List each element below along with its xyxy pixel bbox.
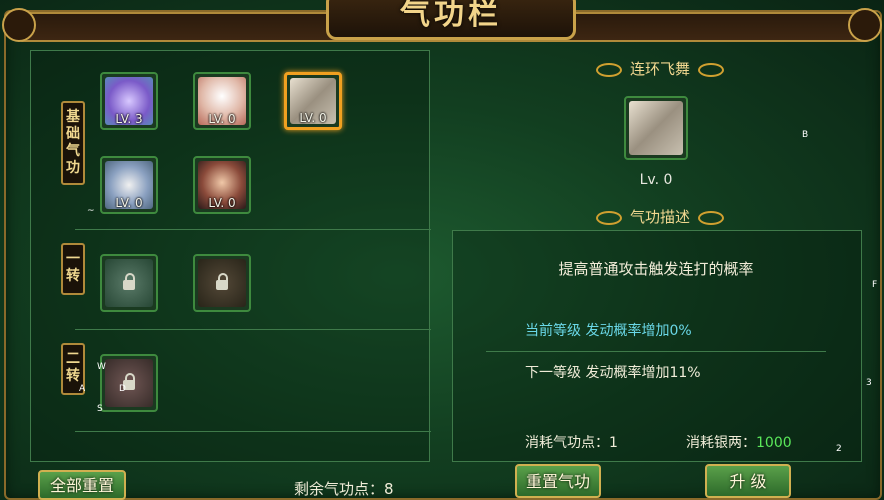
skill-description: 提高普通攻击触发连打的概率 [558,260,754,278]
skill-slot-locked[interactable] [100,354,158,412]
cost-silver: 消耗银两：1000 [686,432,792,452]
window-title: 气功栏 [400,0,502,32]
remaining-points: 剩余气功点：8 [294,480,394,498]
row-label-first-rebirth-text: 一转 [66,251,80,284]
skill-slot[interactable]: LV. 0 [193,156,251,214]
selected-skill-icon-frame [624,96,688,160]
cost-silver-value: 1000 [756,435,792,451]
skill-level: LV. 0 [208,196,236,210]
reset-skill-button[interactable]: 重置气功 [515,464,601,498]
skill-level: LV. 0 [115,196,143,210]
row-label-basic: 基础气功 [61,101,85,185]
overlay-label: 2 [836,444,842,454]
skill-slot-selected[interactable]: LV. 0 [284,72,342,130]
overlay-label: ~ [87,206,95,216]
skill-slot-locked[interactable] [193,254,251,312]
current-level-effect: 当前等级 发动概率增加0% [525,323,692,339]
overlay-label: D [119,384,126,394]
ornament-icon [595,62,622,77]
upgrade-label: 升 级 [729,472,767,491]
reset-all-button[interactable]: 全部重置 [38,470,126,500]
next-level-effect: 下一等级 发动概率增加11% [525,365,701,381]
reset-all-label: 全部重置 [49,476,114,495]
divider [75,229,431,230]
right-corner-ornament [848,8,882,42]
skill-name-heading: 连环飞舞 [580,58,740,79]
lock-icon [216,273,228,290]
upgrade-button[interactable]: 升 级 [705,464,791,498]
overlay-label: 3 [866,378,872,388]
divider [75,431,431,432]
reset-skill-label: 重置气功 [525,472,590,491]
row-label-first-rebirth: 一转 [61,243,85,295]
divider [75,329,431,330]
title-plate: 气功栏 [326,0,576,40]
selected-skill-level: Lv. 0 [639,172,673,188]
row-label-basic-text: 基础气功 [66,109,80,176]
overlay-label: W [97,362,106,372]
skill-slot[interactable]: LV. 0 [193,72,251,130]
skill-level: LV. 0 [208,112,236,126]
flying-blade-icon [629,101,683,155]
left-corner-ornament [2,8,36,42]
description-heading: 气功描述 [580,206,740,227]
overlay-label: S [97,404,103,414]
cost-silver-label: 消耗银两： [686,435,756,451]
skill-slot[interactable]: LV. 3 [100,72,158,130]
skill-level: LV. 3 [115,112,143,126]
overlay-label: F [872,280,878,290]
cost-points: 消耗气功点：1 [525,435,618,451]
ornament-icon [698,62,724,77]
skill-level: LV. 0 [299,111,327,125]
ornament-icon [595,210,622,225]
skill-slot-locked[interactable] [100,254,158,312]
overlay-label: B [802,130,809,140]
divider [486,351,826,352]
skill-name: 连环飞舞 [629,60,690,78]
lock-icon [123,273,135,290]
description-heading-text: 气功描述 [629,208,690,226]
skill-slot[interactable]: LV. 0 [100,156,158,214]
row-label-second-rebirth-text: 二转 [66,351,80,384]
overlay-label: A [79,384,86,394]
ornament-icon [698,210,724,225]
